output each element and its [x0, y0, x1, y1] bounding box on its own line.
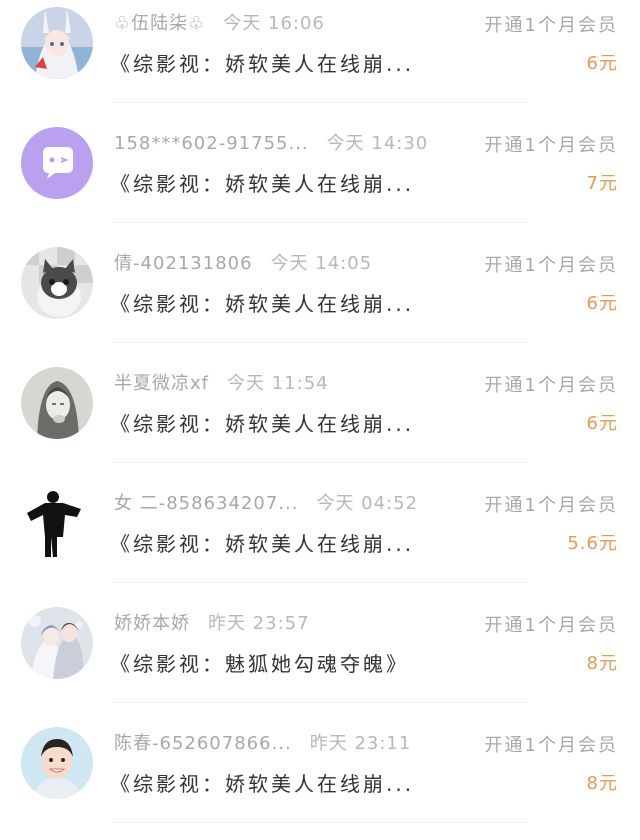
order-amount: 7元 — [586, 173, 618, 194]
buyer-name: ♧伍陆柒♧ — [114, 13, 206, 34]
buyer-name: 陈春-652607866... — [114, 733, 292, 754]
book-title: 《综影视：娇软美人在线崩... — [110, 772, 415, 796]
boy-photo-avatar[interactable] — [21, 727, 93, 799]
divider — [114, 222, 526, 223]
order-action: 开通1个月会员 — [484, 495, 618, 516]
buyer-name: 158***602-91755... — [114, 133, 309, 154]
book-title: 《综影视：娇软美人在线崩... — [110, 532, 415, 556]
buyer-name: 半夏微凉xf — [114, 373, 209, 394]
order-amount: 6元 — [586, 293, 618, 314]
buyer-name: 娇娇本娇 — [114, 613, 190, 634]
buyer-line: 娇娇本娇 昨天 23:57 — [114, 610, 459, 638]
book-title: 《综影视：娇软美人在线崩... — [110, 172, 415, 196]
buyer-name: 倩-402131806 — [114, 253, 253, 274]
order-amount: 6元 — [586, 53, 618, 74]
default-chat-avatar[interactable] — [21, 127, 93, 199]
buyer-line: 倩-402131806 今天 14:05 — [114, 250, 459, 278]
order-action: 开通1个月会员 — [484, 255, 618, 276]
order-time: 今天 14:30 — [326, 133, 429, 154]
book-title: 《综影视：娇软美人在线崩... — [110, 292, 415, 316]
cat-avatar[interactable] — [21, 247, 93, 319]
order-amount: 5.6元 — [567, 533, 618, 554]
buyer-line: 半夏微凉xf 今天 11:54 — [114, 370, 459, 398]
order-amount: 8元 — [586, 653, 618, 674]
order-action: 开通1个月会员 — [484, 615, 618, 636]
order-time: 今天 16:06 — [223, 13, 325, 34]
divider — [114, 462, 526, 463]
order-action: 开通1个月会员 — [484, 735, 618, 756]
buyer-line: 女 二-858634207... 今天 04:52 — [114, 490, 459, 518]
buyer-name: 女 二-858634207... — [114, 493, 299, 514]
divider — [114, 582, 526, 583]
buyer-line: 158***602-91755... 今天 14:30 — [114, 130, 459, 158]
book-title: 《综影视：娇软美人在线崩... — [110, 412, 415, 436]
order-action: 开通1个月会员 — [484, 135, 618, 156]
sketch-portrait-avatar[interactable] — [21, 367, 93, 439]
divider — [114, 102, 526, 103]
order-time: 今天 04:52 — [316, 493, 419, 514]
divider — [114, 702, 526, 703]
silhouette-avatar[interactable] — [21, 487, 93, 559]
buyer-line: 陈春-652607866... 昨天 23:11 — [114, 730, 459, 758]
anime-girl-avatar[interactable] — [21, 7, 93, 79]
order-time: 今天 11:54 — [227, 373, 329, 394]
order-amount: 8元 — [586, 773, 618, 794]
divider — [114, 342, 526, 343]
anime-couple-avatar[interactable] — [21, 607, 93, 679]
buyer-line: ♧伍陆柒♧ 今天 16:06 — [114, 10, 459, 38]
order-list: ♧伍陆柒♧ 今天 16:06 《综影视：娇软美人在线崩... 开通1个月会员 6元… — [0, 0, 640, 823]
book-title: 《综影视：魅狐她勾魂夺魄》 — [110, 652, 409, 676]
book-title: 《综影视：娇软美人在线崩... — [110, 52, 415, 76]
order-time: 今天 14:05 — [270, 253, 373, 274]
order-action: 开通1个月会员 — [484, 15, 618, 36]
order-action: 开通1个月会员 — [484, 375, 618, 396]
order-time: 昨天 23:11 — [309, 733, 412, 754]
order-time: 昨天 23:57 — [208, 613, 310, 634]
order-amount: 6元 — [586, 413, 618, 434]
